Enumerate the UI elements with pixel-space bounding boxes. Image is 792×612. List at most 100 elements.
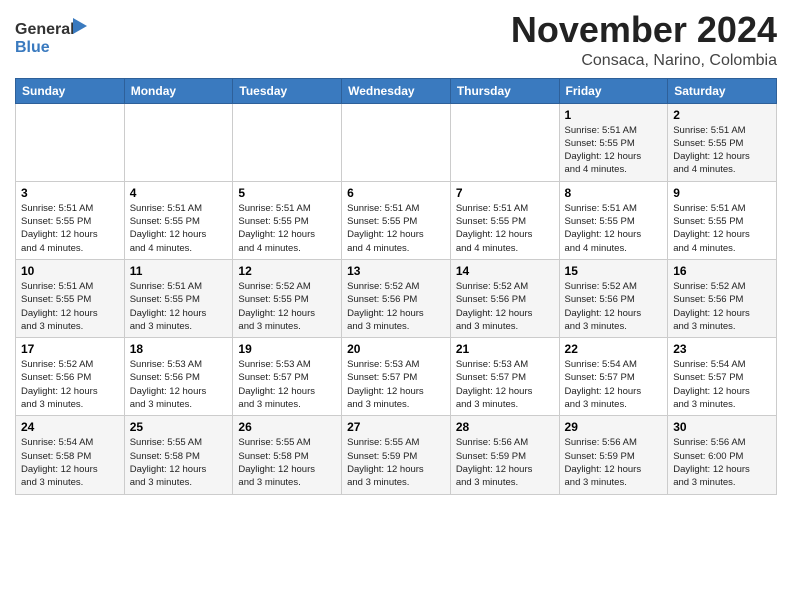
weekday-header-row: SundayMondayTuesdayWednesdayThursdayFrid… (16, 78, 777, 103)
day-number: 15 (565, 264, 663, 278)
header: General Blue November 2024 Consaca, Nari… (15, 10, 777, 70)
day-number: 17 (21, 342, 119, 356)
calendar-day-cell: 6 Sunrise: 5:51 AM Sunset: 5:55 PM Daylig… (342, 181, 451, 259)
day-info: Sunrise: 5:56 AM Sunset: 5:59 PM Dayligh… (456, 436, 554, 489)
weekday-header-wednesday: Wednesday (342, 78, 451, 103)
day-info: Sunrise: 5:54 AM Sunset: 5:57 PM Dayligh… (565, 358, 663, 411)
day-info: Sunrise: 5:52 AM Sunset: 5:56 PM Dayligh… (673, 280, 771, 333)
day-info: Sunrise: 5:51 AM Sunset: 5:55 PM Dayligh… (130, 280, 228, 333)
day-number: 10 (21, 264, 119, 278)
day-number: 26 (238, 420, 336, 434)
calendar-day-cell: 27 Sunrise: 5:55 AM Sunset: 5:59 PM Dayli… (342, 416, 451, 494)
calendar-day-cell: 15 Sunrise: 5:52 AM Sunset: 5:56 PM Dayli… (559, 259, 668, 337)
logo: General Blue (15, 16, 87, 58)
calendar-table: SundayMondayTuesdayWednesdayThursdayFrid… (15, 78, 777, 495)
day-number: 6 (347, 186, 445, 200)
day-info: Sunrise: 5:55 AM Sunset: 5:59 PM Dayligh… (347, 436, 445, 489)
day-info: Sunrise: 5:51 AM Sunset: 5:55 PM Dayligh… (347, 202, 445, 255)
calendar-day-cell (16, 103, 125, 181)
title-block: November 2024 Consaca, Narino, Colombia (511, 10, 777, 70)
calendar-day-cell: 4 Sunrise: 5:51 AM Sunset: 5:55 PM Daylig… (124, 181, 233, 259)
calendar-day-cell (342, 103, 451, 181)
day-info: Sunrise: 5:52 AM Sunset: 5:55 PM Dayligh… (238, 280, 336, 333)
day-info: Sunrise: 5:51 AM Sunset: 5:55 PM Dayligh… (673, 124, 771, 177)
page: General Blue November 2024 Consaca, Nari… (0, 0, 792, 612)
calendar-day-cell: 2Sunrise: 5:51 AM Sunset: 5:55 PM Daylig… (668, 103, 777, 181)
calendar-day-cell: 29 Sunrise: 5:56 AM Sunset: 5:59 PM Dayli… (559, 416, 668, 494)
weekday-header-monday: Monday (124, 78, 233, 103)
day-number: 21 (456, 342, 554, 356)
day-info: Sunrise: 5:53 AM Sunset: 5:57 PM Dayligh… (238, 358, 336, 411)
day-number: 12 (238, 264, 336, 278)
day-number: 9 (673, 186, 771, 200)
svg-text:General: General (15, 21, 75, 38)
day-info: Sunrise: 5:56 AM Sunset: 6:00 PM Dayligh… (673, 436, 771, 489)
day-number: 1 (565, 108, 663, 122)
calendar-day-cell: 13 Sunrise: 5:52 AM Sunset: 5:56 PM Dayli… (342, 259, 451, 337)
day-info: Sunrise: 5:51 AM Sunset: 5:55 PM Dayligh… (673, 202, 771, 255)
calendar-day-cell: 23 Sunrise: 5:54 AM Sunset: 5:57 PM Dayli… (668, 338, 777, 416)
weekday-header-saturday: Saturday (668, 78, 777, 103)
weekday-header-sunday: Sunday (16, 78, 125, 103)
day-info: Sunrise: 5:56 AM Sunset: 5:59 PM Dayligh… (565, 436, 663, 489)
day-info: Sunrise: 5:51 AM Sunset: 5:55 PM Dayligh… (130, 202, 228, 255)
day-info: Sunrise: 5:51 AM Sunset: 5:55 PM Dayligh… (21, 202, 119, 255)
weekday-header-thursday: Thursday (450, 78, 559, 103)
weekday-header-tuesday: Tuesday (233, 78, 342, 103)
calendar-day-cell: 21 Sunrise: 5:53 AM Sunset: 5:57 PM Dayli… (450, 338, 559, 416)
day-info: Sunrise: 5:53 AM Sunset: 5:57 PM Dayligh… (456, 358, 554, 411)
day-number: 13 (347, 264, 445, 278)
day-info: Sunrise: 5:52 AM Sunset: 5:56 PM Dayligh… (347, 280, 445, 333)
month-title: November 2024 (511, 10, 777, 50)
calendar-day-cell: 16Sunrise: 5:52 AM Sunset: 5:56 PM Dayli… (668, 259, 777, 337)
day-number: 22 (565, 342, 663, 356)
day-number: 7 (456, 186, 554, 200)
day-number: 28 (456, 420, 554, 434)
calendar-day-cell: 7 Sunrise: 5:51 AM Sunset: 5:55 PM Daylig… (450, 181, 559, 259)
day-number: 3 (21, 186, 119, 200)
day-number: 18 (130, 342, 228, 356)
logo-svg: General Blue (15, 16, 87, 58)
day-number: 19 (238, 342, 336, 356)
day-number: 20 (347, 342, 445, 356)
day-info: Sunrise: 5:51 AM Sunset: 5:55 PM Dayligh… (456, 202, 554, 255)
calendar-day-cell: 8 Sunrise: 5:51 AM Sunset: 5:55 PM Daylig… (559, 181, 668, 259)
day-info: Sunrise: 5:52 AM Sunset: 5:56 PM Dayligh… (456, 280, 554, 333)
calendar-day-cell: 12 Sunrise: 5:52 AM Sunset: 5:55 PM Dayli… (233, 259, 342, 337)
calendar-day-cell: 9 Sunrise: 5:51 AM Sunset: 5:55 PM Daylig… (668, 181, 777, 259)
day-number: 4 (130, 186, 228, 200)
day-info: Sunrise: 5:55 AM Sunset: 5:58 PM Dayligh… (238, 436, 336, 489)
calendar-day-cell: 18 Sunrise: 5:53 AM Sunset: 5:56 PM Dayli… (124, 338, 233, 416)
day-info: Sunrise: 5:53 AM Sunset: 5:56 PM Dayligh… (130, 358, 228, 411)
day-info: Sunrise: 5:51 AM Sunset: 5:55 PM Dayligh… (565, 124, 663, 177)
weekday-header-friday: Friday (559, 78, 668, 103)
day-info: Sunrise: 5:51 AM Sunset: 5:55 PM Dayligh… (565, 202, 663, 255)
day-number: 23 (673, 342, 771, 356)
day-info: Sunrise: 5:52 AM Sunset: 5:56 PM Dayligh… (21, 358, 119, 411)
calendar-week-row: 3 Sunrise: 5:51 AM Sunset: 5:55 PM Daylig… (16, 181, 777, 259)
day-number: 8 (565, 186, 663, 200)
calendar-day-cell: 3 Sunrise: 5:51 AM Sunset: 5:55 PM Daylig… (16, 181, 125, 259)
calendar-day-cell: 26 Sunrise: 5:55 AM Sunset: 5:58 PM Dayli… (233, 416, 342, 494)
day-info: Sunrise: 5:55 AM Sunset: 5:58 PM Dayligh… (130, 436, 228, 489)
calendar-day-cell: 10 Sunrise: 5:51 AM Sunset: 5:55 PM Dayli… (16, 259, 125, 337)
day-number: 24 (21, 420, 119, 434)
day-number: 30 (673, 420, 771, 434)
calendar-day-cell: 5Sunrise: 5:51 AM Sunset: 5:55 PM Daylig… (233, 181, 342, 259)
calendar-day-cell: 28 Sunrise: 5:56 AM Sunset: 5:59 PM Dayli… (450, 416, 559, 494)
day-number: 11 (130, 264, 228, 278)
calendar-week-row: 17 Sunrise: 5:52 AM Sunset: 5:56 PM Dayli… (16, 338, 777, 416)
day-number: 25 (130, 420, 228, 434)
day-info: Sunrise: 5:51 AM Sunset: 5:55 PM Dayligh… (238, 202, 336, 255)
location: Consaca, Narino, Colombia (511, 52, 777, 70)
calendar-day-cell (233, 103, 342, 181)
day-info: Sunrise: 5:54 AM Sunset: 5:57 PM Dayligh… (673, 358, 771, 411)
day-number: 29 (565, 420, 663, 434)
day-info: Sunrise: 5:51 AM Sunset: 5:55 PM Dayligh… (21, 280, 119, 333)
calendar-day-cell: 19 Sunrise: 5:53 AM Sunset: 5:57 PM Dayli… (233, 338, 342, 416)
calendar-day-cell: 24Sunrise: 5:54 AM Sunset: 5:58 PM Dayli… (16, 416, 125, 494)
day-number: 27 (347, 420, 445, 434)
day-info: Sunrise: 5:53 AM Sunset: 5:57 PM Dayligh… (347, 358, 445, 411)
calendar-day-cell: 22 Sunrise: 5:54 AM Sunset: 5:57 PM Dayli… (559, 338, 668, 416)
day-info: Sunrise: 5:52 AM Sunset: 5:56 PM Dayligh… (565, 280, 663, 333)
